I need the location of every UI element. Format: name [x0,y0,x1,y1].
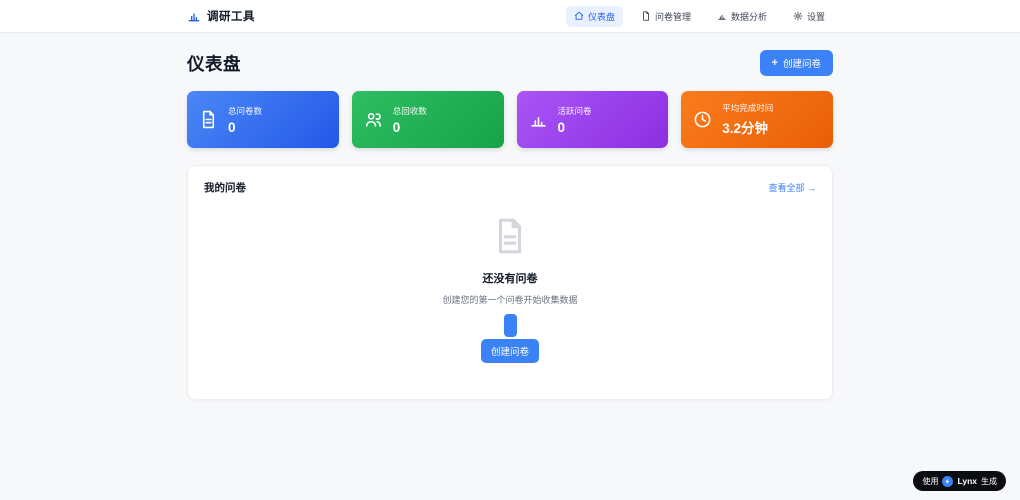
stat-label: 活跃问卷 [557,105,592,116]
nav-item-data-analysis[interactable]: 数据分析 [709,6,775,27]
document-icon [202,110,215,129]
stat-card-total-responses: 总回收数 0 [351,91,504,148]
create-survey-button-label: 创建问卷 [782,59,821,70]
document-icon [642,11,649,21]
empty-state-title: 还没有问卷 [482,273,538,285]
bar-chart-logo-icon [188,13,200,22]
main-nav: 仪表盘 问卷管理 数据分析 设置 [565,5,833,27]
stat-card-total-surveys: 总问卷数 0 [187,91,339,148]
badge-suffix: 生成 [981,476,997,486]
stat-card-avg-completion-time: 平均完成时间 3.2分钟 [681,91,833,148]
view-all-link[interactable]: 查看全部 → [768,181,816,194]
badge-prefix: 使用 [922,476,939,486]
nav-item-label: 设置 [806,11,825,22]
app-title: 调研工具 [207,11,255,23]
nav-item-label: 问卷管理 [654,11,691,22]
empty-state-subtitle: 创建您的第一个问卷开始收集数据 [442,295,578,305]
stat-value: 0 [392,119,401,135]
my-surveys-panel: 我的问卷 查看全部 → 还没有问卷 创建您的第一个问卷开始收集数据 创建问卷 [187,165,833,400]
nav-item-label: 数据分析 [730,11,767,22]
stat-label: 总问卷数 [228,105,263,116]
file-text-icon [204,216,816,261]
nav-item-label: 仪表盘 [587,11,615,22]
stat-label: 平均完成时间 [722,103,774,113]
plus-icon: + [771,56,778,69]
nav-item-dashboard[interactable]: 仪表盘 [565,5,623,27]
panel-title: 我的问卷 [204,182,246,194]
stats-row: 总问卷数 0 总回收数 0 活跃问卷 0 平均完成时间 3.2分钟 [187,91,833,148]
plus-pill-shape [503,314,517,337]
nav-item-survey-management[interactable]: 问卷管理 [633,6,699,27]
people-icon [365,113,381,127]
gear-icon [793,11,803,21]
bar-chart-icon [718,14,726,20]
stat-value: 0 [557,119,566,135]
app-logo: 调研工具 [187,8,255,24]
main-content: 仪表盘 + 创建问卷 总问卷数 0 总回收数 0 活跃问卷 0 平均完成时间 3… [187,50,833,400]
empty-state-create-button[interactable]: 创建问卷 [480,339,539,363]
stat-card-active-surveys: 活跃问卷 0 [516,91,669,148]
create-survey-button[interactable]: + 创建问卷 [759,50,833,76]
bar-chart-icon [530,117,546,127]
badge-brand: Lynx [957,476,977,486]
home-icon [574,11,584,20]
stat-label: 总回收数 [392,105,427,116]
lynx-bolt-icon [942,475,954,487]
top-navbar: 调研工具 仪表盘 问卷管理 数据分析 设置 [0,0,1020,33]
empty-state: 还没有问卷 创建您的第一个问卷开始收集数据 创建问卷 [204,195,816,363]
clock-icon [694,111,711,128]
lynx-attribution-badge[interactable]: 使用 Lynx 生成 [913,471,1006,491]
stat-value: 0 [228,119,236,135]
nav-item-settings[interactable]: 设置 [785,6,833,27]
page-title: 仪表盘 [187,53,241,74]
stat-value: 3.2分钟 [722,121,769,136]
